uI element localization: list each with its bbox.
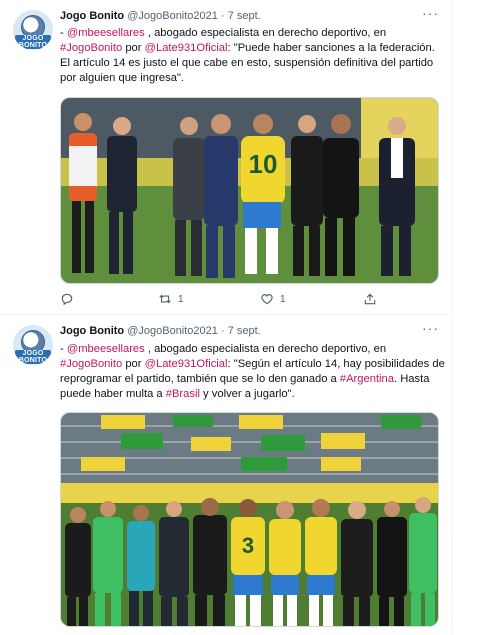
more-icon[interactable]: ···: [422, 5, 439, 21]
tweet-image[interactable]: 10: [60, 97, 439, 284]
tweet-text: - @mbeesellares , abogado especialista e…: [60, 26, 445, 86]
tweet-text: - @mbeesellares , abogado especialista e…: [60, 342, 445, 402]
author-name[interactable]: Jogo Bonito: [60, 325, 124, 337]
mention-link[interactable]: @Late931Oficial: [145, 358, 228, 370]
jersey-number: 3: [242, 533, 254, 558]
reply-icon: [61, 293, 73, 306]
author-handle[interactable]: @JogoBonito2021: [127, 325, 218, 337]
tweet-text-segment: por: [122, 358, 145, 370]
tweet-text-segment: por: [122, 42, 145, 54]
tweet-date[interactable]: 7 sept.: [228, 10, 261, 22]
tweet-header: Jogo Bonito @JogoBonito2021 · 7 sept.: [60, 325, 261, 337]
jersey-number: 10: [249, 149, 278, 179]
tweet-image[interactable]: 3: [60, 412, 439, 627]
tweet-text-segment: , abogado especialista en derecho deport…: [144, 27, 387, 39]
tweet[interactable]: JOGO BONITO Jogo Bonito @JogoBonito2021 …: [0, 0, 451, 315]
retweet-count: 1: [178, 293, 184, 305]
retweet-button[interactable]: 1: [158, 292, 184, 306]
reply-button[interactable]: [60, 292, 80, 306]
like-count: 1: [280, 293, 286, 305]
more-icon[interactable]: ···: [422, 320, 439, 336]
tweet-header: Jogo Bonito @JogoBonito2021 · 7 sept.: [60, 10, 261, 22]
avatar[interactable]: JOGO BONITO: [13, 325, 53, 365]
like-icon: [261, 294, 273, 305]
mention-link[interactable]: @mbeesellares: [67, 27, 145, 39]
tweet-text-segment: -: [60, 27, 67, 39]
tweet-text-segment: y volver a jugarlo".: [199, 388, 295, 400]
tweet[interactable]: JOGO BONITO Jogo Bonito @JogoBonito2021 …: [0, 315, 451, 635]
avatar-logo-text: JOGO BONITO: [15, 35, 51, 49]
share-button[interactable]: [363, 292, 377, 306]
avatar-logo-text: JOGO BONITO: [15, 350, 51, 364]
match-photo: 10: [61, 98, 438, 283]
mention-link[interactable]: @mbeesellares: [67, 343, 145, 355]
tweet-text-segment: -: [60, 343, 67, 355]
match-photo: 3: [61, 413, 438, 626]
tweet-actions: 1 1: [60, 292, 390, 308]
share-icon: [364, 293, 376, 305]
separator-dot: ·: [220, 10, 225, 22]
separator-dot: ·: [220, 325, 225, 337]
tweet-text-segment: , abogado especialista en derecho deport…: [144, 343, 387, 355]
author-name[interactable]: Jogo Bonito: [60, 10, 124, 22]
author-handle[interactable]: @JogoBonito2021: [127, 10, 218, 22]
hashtag-link[interactable]: #Argentina: [340, 373, 394, 385]
hashtag-link[interactable]: #Brasil: [166, 388, 200, 400]
retweet-icon: [159, 294, 171, 304]
hashtag-link[interactable]: #JogoBonito: [60, 42, 122, 54]
hashtag-link[interactable]: #JogoBonito: [60, 358, 122, 370]
mention-link[interactable]: @Late931Oficial: [145, 42, 228, 54]
tweet-date[interactable]: 7 sept.: [228, 325, 261, 337]
avatar[interactable]: JOGO BONITO: [13, 10, 53, 50]
like-button[interactable]: 1: [260, 292, 286, 306]
timeline: JOGO BONITO Jogo Bonito @JogoBonito2021 …: [0, 0, 453, 635]
